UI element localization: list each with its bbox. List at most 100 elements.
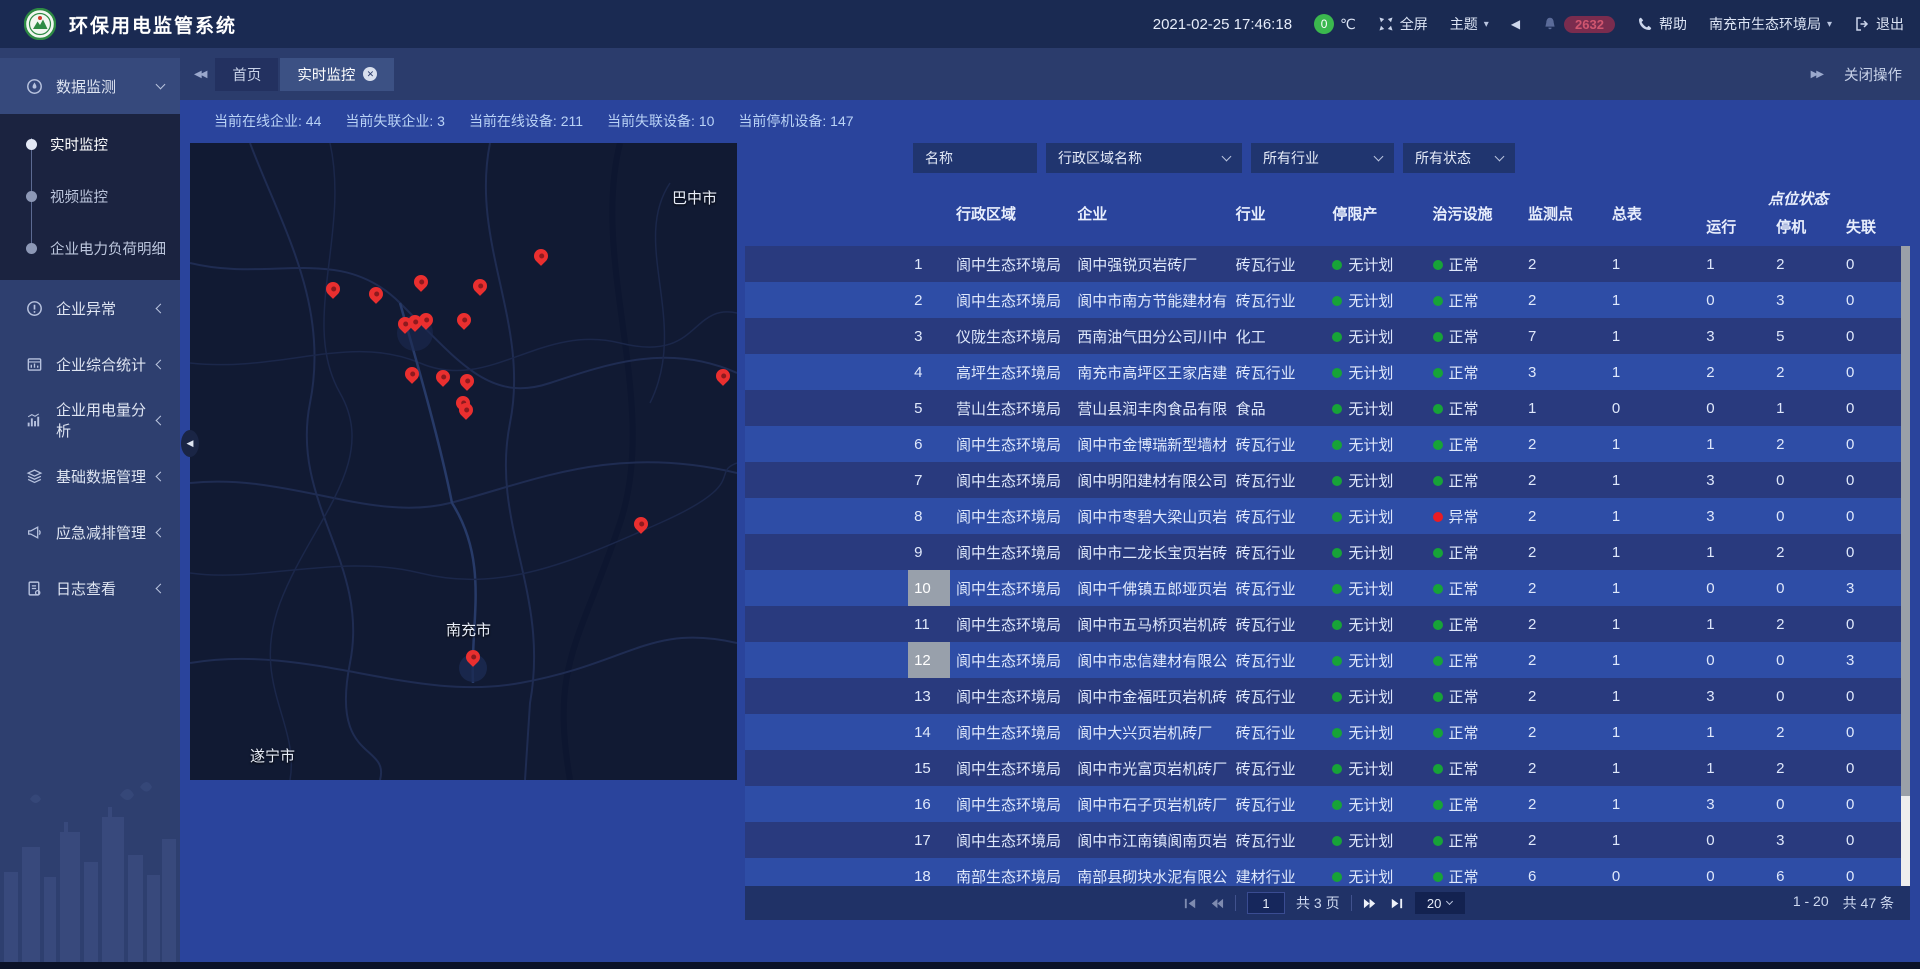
map-canvas[interactable]: 巴中市南充市遂宁市 — [190, 143, 737, 780]
status-filter-select[interactable]: 所有状态 — [1403, 143, 1515, 173]
chevron-left-icon: ◀ — [187, 438, 194, 449]
table-row[interactable]: 12阆中生态环境局阆中市忠信建材有限公砖瓦行业无计划正常21003 — [745, 642, 1910, 678]
tab-label: 首页 — [232, 64, 261, 85]
page-size-value: 20 — [1427, 896, 1441, 911]
help-button[interactable]: 帮助 — [1637, 14, 1687, 34]
panel-collapse-button[interactable]: ◀ — [181, 430, 199, 457]
cell-region: 阆中生态环境局 — [950, 822, 1071, 858]
cell-stopped: 0 — [1770, 570, 1840, 606]
table-row[interactable]: 15阆中生态环境局阆中市光富页岩机砖厂砖瓦行业无计划正常21120 — [745, 750, 1910, 786]
status-dot-green — [1433, 728, 1443, 738]
page-size-select[interactable]: 20 — [1415, 892, 1465, 914]
org-dropdown[interactable]: 南充市生态环境局 ▾ — [1709, 14, 1832, 34]
notifications[interactable]: 2632 — [1542, 16, 1615, 33]
close-operations-button[interactable]: 关闭操作 — [1844, 64, 1902, 85]
tab-close-icon[interactable]: ✕ — [363, 67, 377, 81]
table-row[interactable]: 2阆中生态环境局阆中市南方节能建材有砖瓦行业无计划正常21030 — [745, 282, 1910, 318]
table-row[interactable]: 6阆中生态环境局阆中市金博瑞新型墙材砖瓦行业无计划正常21120 — [745, 426, 1910, 462]
cell-lost: 0 — [1840, 426, 1910, 462]
col-region[interactable]: 行政区域 — [950, 180, 1071, 246]
cell-points: 2 — [1522, 282, 1606, 318]
cell-region: 阆中生态环境局 — [950, 282, 1071, 318]
sidebar-item-log-view[interactable]: 日志查看 — [0, 560, 180, 616]
col-points[interactable]: 监测点 — [1522, 180, 1606, 246]
theme-dropdown[interactable]: 主题 ▾ — [1450, 14, 1489, 34]
tab-label: 实时监控 — [297, 64, 355, 85]
col-company[interactable]: 企业 — [1071, 180, 1229, 246]
col-meters[interactable]: 总表 — [1606, 180, 1700, 246]
col-stopped[interactable]: 停机 — [1770, 216, 1840, 246]
sidebar-subitem[interactable]: 实时监控 — [0, 118, 180, 170]
cell-facility-status: 正常 — [1427, 822, 1523, 858]
sidebar-item-emergency-reduction[interactable]: 应急减排管理 — [0, 504, 180, 560]
col-industry[interactable]: 行业 — [1230, 180, 1327, 246]
tab-首页[interactable]: 首页 — [215, 58, 278, 91]
table-scrollbar[interactable] — [1901, 246, 1910, 886]
table-row[interactable]: 9阆中生态环境局阆中市二龙长宝页岩砖砖瓦行业无计划正常21120 — [745, 534, 1910, 570]
table-row[interactable]: 11阆中生态环境局阆中市五马桥页岩机砖砖瓦行业无计划正常21120 — [745, 606, 1910, 642]
col-facility[interactable]: 治污设施 — [1427, 180, 1523, 246]
status-filter-value: 所有状态 — [1415, 148, 1471, 168]
name-filter-field[interactable] — [913, 143, 1037, 173]
col-limit[interactable]: 停限产 — [1326, 180, 1426, 246]
cell-facility-status: 正常 — [1427, 606, 1523, 642]
region-filter-select[interactable]: 行政区域名称 — [1046, 143, 1242, 173]
first-page-button[interactable] — [1183, 896, 1198, 911]
next-page-button[interactable] — [1363, 896, 1378, 911]
cell-points: 2 — [1522, 570, 1606, 606]
status-dot-green — [1433, 260, 1443, 270]
cell-lost: 0 — [1840, 354, 1910, 390]
chevron-left-icon — [156, 527, 166, 537]
page-number-input[interactable] — [1247, 892, 1285, 914]
table-row[interactable]: 13阆中生态环境局阆中市金福旺页岩机砖砖瓦行业无计划正常21300 — [745, 678, 1910, 714]
sidebar-subitem[interactable]: 企业电力负荷明细 — [0, 222, 180, 274]
cell-points: 2 — [1522, 822, 1606, 858]
col-index — [908, 180, 950, 246]
sidebar-item-enterprise-abnormal[interactable]: 企业异常 — [0, 280, 180, 336]
table-row[interactable]: 14阆中生态环境局阆中大兴页岩机砖厂砖瓦行业无计划正常21120 — [745, 714, 1910, 750]
collapse-left-icon[interactable]: ◀ — [1511, 17, 1520, 31]
sidebar-item-power-analysis[interactable]: 企业用电量分析 — [0, 392, 180, 448]
sidebar-item-enterprise-statistics[interactable]: 企业综合统计 — [0, 336, 180, 392]
fullscreen-button[interactable]: 全屏 — [1378, 14, 1428, 34]
industry-filter-select[interactable]: 所有行业 — [1251, 143, 1394, 173]
cell-limit-status: 无计划 — [1326, 354, 1426, 390]
table-row[interactable]: 5营山生态环境局营山县润丰肉食品有限食品无计划正常10010 — [745, 390, 1910, 426]
cell-lost: 0 — [1840, 750, 1910, 786]
sidebar-item-base-data[interactable]: 基础数据管理 — [0, 448, 180, 504]
logout-button[interactable]: 退出 — [1854, 14, 1904, 34]
cell-blank — [745, 318, 908, 354]
table-row[interactable]: 3仪陇生态环境局西南油气田分公司川中化工无计划正常71350 — [745, 318, 1910, 354]
cell-limit-status: 无计划 — [1326, 282, 1426, 318]
table-scrollbar-thumb[interactable] — [1901, 246, 1910, 796]
table-row[interactable]: 1阆中生态环境局阆中强锐页岩砖厂砖瓦行业无计划正常21120 — [745, 246, 1910, 282]
cell-lost: 0 — [1840, 534, 1910, 570]
cell-region: 阆中生态环境局 — [950, 678, 1071, 714]
col-running[interactable]: 运行 — [1700, 216, 1770, 246]
sidebar-subitem[interactable]: 视频监控 — [0, 170, 180, 222]
table-row[interactable]: 7阆中生态环境局阆中明阳建材有限公司砖瓦行业无计划正常21300 — [745, 462, 1910, 498]
app-logo-icon — [24, 8, 56, 40]
record-total-label: 共 47 条 — [1843, 893, 1894, 913]
status-dot-green — [1433, 584, 1443, 594]
tab-实时监控[interactable]: 实时监控 ✕ — [280, 58, 394, 91]
sidebar-item-data-monitoring[interactable]: 数据监测 — [0, 58, 180, 114]
cell-facility-status: 正常 — [1427, 246, 1523, 282]
table-row[interactable]: 4高坪生态环境局南充市高坪区王家店建砖瓦行业无计划正常31220 — [745, 354, 1910, 390]
status-dot-green — [1332, 296, 1342, 306]
table-row[interactable]: 17阆中生态环境局阆中市江南镇阆南页岩砖瓦行业无计划正常21030 — [745, 822, 1910, 858]
tabs-scroll-left-icon[interactable]: ◀◀ — [194, 69, 205, 80]
cell-points: 2 — [1522, 498, 1606, 534]
tabs-scroll-right-icon[interactable]: ▶▶ — [1811, 69, 1822, 80]
table-row[interactable]: 16阆中生态环境局阆中市石子页岩机砖厂砖瓦行业无计划正常21300 — [745, 786, 1910, 822]
table-row[interactable]: 8阆中生态环境局阆中市枣碧大梁山页岩砖瓦行业无计划异常21300 — [745, 498, 1910, 534]
map-roads — [190, 143, 737, 780]
col-lost[interactable]: 失联 — [1840, 216, 1910, 246]
chart-icon — [26, 412, 43, 429]
prev-page-button[interactable] — [1209, 896, 1224, 911]
name-filter-input[interactable] — [925, 150, 1025, 166]
table-row[interactable]: 10阆中生态环境局阆中千佛镇五郎垭页岩砖瓦行业无计划正常21003 — [745, 570, 1910, 606]
status-dot-green — [1332, 260, 1342, 270]
last-page-button[interactable] — [1389, 896, 1404, 911]
table-row[interactable]: 18南部生态环境局南部县砌块水泥有限公建材行业无计划正常60060 — [745, 858, 1910, 886]
